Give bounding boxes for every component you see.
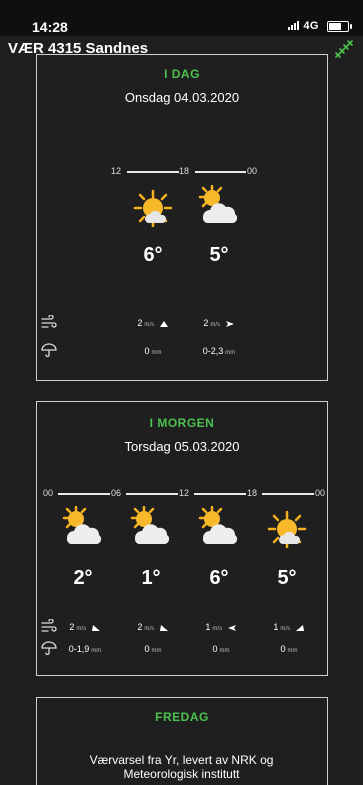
precip-amount: 0-1,9	[68, 644, 90, 654]
precip-value: 0 mm	[121, 644, 185, 654]
precip-amount: 0	[144, 644, 150, 654]
wind-unit: m/s	[212, 626, 223, 632]
precip-unit: mm	[151, 648, 162, 654]
network-label: 4G	[303, 20, 319, 32]
wind-value: 2 m/s	[187, 318, 251, 328]
wind-unit: m/s	[210, 322, 221, 328]
cloud-sun-icon	[62, 506, 103, 544]
wind-direction-icon	[225, 320, 234, 327]
timeline-label: 06	[111, 488, 122, 498]
day-label: I MORGEN	[149, 416, 215, 430]
precip-unit: mm	[151, 350, 162, 356]
precip-value: 0 mm	[121, 346, 185, 356]
wind-speed: 2	[203, 318, 209, 328]
wind-value: 1 m/s	[257, 622, 321, 632]
temperature: 2°	[73, 567, 93, 589]
wind-value: 1 m/s	[189, 622, 253, 632]
timeline-label: 00	[43, 488, 54, 498]
wind-direction-icon	[227, 624, 236, 631]
cloud-sun-icon	[198, 185, 239, 223]
umbrella-icon	[41, 343, 57, 357]
wind-direction-icon	[159, 624, 168, 631]
temperature: 6°	[143, 244, 163, 266]
precip-value: 0-1,9 mm	[53, 644, 117, 654]
wind-unit: m/s	[76, 626, 87, 632]
date-label: Onsdag 04.03.2020	[124, 90, 240, 105]
temperature: 5°	[209, 244, 229, 266]
wind-value: 2 m/s	[53, 622, 117, 632]
wind-speed: 2	[137, 318, 143, 328]
day-label: I DAG	[164, 67, 200, 81]
wind-unit: m/s	[144, 322, 155, 328]
attribution-footer: Værvarsel fra Yr, levert av NRK og Meteo…	[0, 753, 363, 781]
precip-unit: mm	[91, 648, 102, 654]
wind-value: 2 m/s	[121, 622, 185, 632]
wind-unit: m/s	[144, 626, 155, 632]
phone-screen: 14:28 4G VÆR 4315 Sandnes I DAG Onsdag 0…	[0, 0, 363, 785]
signal-icon	[287, 21, 299, 30]
wind-direction-icon	[295, 624, 304, 631]
timeline-label: 12	[111, 166, 122, 176]
battery-icon	[327, 21, 352, 32]
precip-value: 0-2,3 mm	[187, 346, 251, 356]
timeline-line	[194, 493, 246, 495]
sun-cloud-icon	[267, 510, 307, 548]
timeline-label: 18	[247, 488, 258, 498]
forecast-card-today[interactable]: I DAG Onsdag 04.03.2020 12 18 00 6° 5° 2…	[36, 54, 328, 381]
timeline-label: 12	[179, 488, 190, 498]
timeline-label: 00	[247, 166, 258, 176]
precip-unit: mm	[225, 350, 236, 356]
wind-unit: m/s	[280, 626, 291, 632]
precip-amount: 0	[280, 644, 286, 654]
precip-amount: 0	[212, 644, 218, 654]
wind-direction-icon	[159, 320, 168, 327]
precip-unit: mm	[287, 648, 298, 654]
temperature: 5°	[277, 567, 297, 589]
timeline-line	[262, 493, 314, 495]
wind-value: 2 m/s	[121, 318, 185, 328]
status-bar: 14:28 4G	[0, 0, 363, 36]
wind-icon	[41, 315, 57, 328]
sun-cloud-icon	[133, 189, 173, 227]
precip-amount: 0	[144, 346, 150, 356]
precip-unit: mm	[219, 648, 230, 654]
wind-speed: 2	[137, 622, 143, 632]
cloud-sun-icon	[198, 506, 239, 544]
timeline-line	[126, 493, 178, 495]
temperature: 6°	[209, 567, 229, 589]
precip-amount: 0-2,3	[202, 346, 224, 356]
wind-direction-icon	[91, 624, 100, 631]
precip-value: 0 mm	[189, 644, 253, 654]
temperature: 1°	[141, 567, 161, 589]
wind-speed: 1	[205, 622, 211, 632]
timeline-line	[195, 171, 246, 173]
wind-speed: 1	[273, 622, 279, 632]
wind-speed: 2	[69, 622, 75, 632]
day-label: FREDAG	[155, 710, 209, 724]
cloud-sun-icon	[130, 506, 171, 544]
date-label: Torsdag 05.03.2020	[124, 439, 240, 454]
timeline-label: 00	[315, 488, 326, 498]
satellite-icon[interactable]	[333, 38, 355, 60]
status-time: 14:28	[32, 19, 68, 35]
network-indicator: 4G	[287, 20, 319, 32]
forecast-card-tomorrow[interactable]: I MORGEN Torsdag 05.03.2020 00 06 12 18 …	[36, 401, 328, 676]
precip-value: 0 mm	[257, 644, 321, 654]
timeline-label: 18	[179, 166, 190, 176]
timeline-line	[58, 493, 110, 495]
timeline-line	[127, 171, 179, 173]
attribution-line: Meteorologisk institutt	[123, 767, 240, 781]
attribution-line: Værvarsel fra Yr, levert av NRK og	[89, 753, 274, 767]
